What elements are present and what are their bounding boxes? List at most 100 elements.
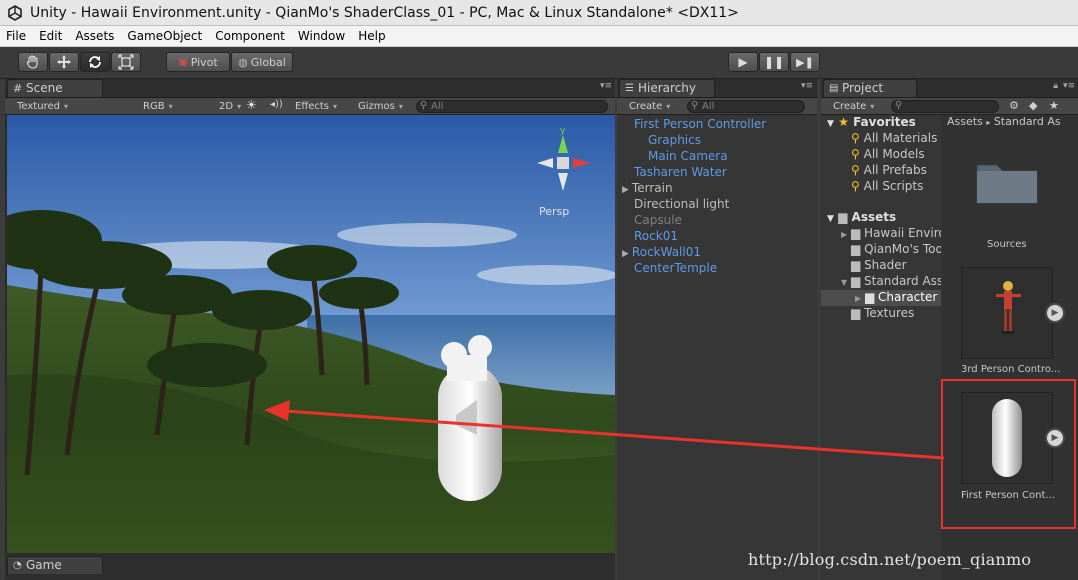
mode-2d-toggle[interactable]: 2D <box>219 100 241 113</box>
folder-icon: ▆ <box>851 242 861 256</box>
favorites-header[interactable]: ▼ ★ Favorites <box>827 115 916 129</box>
hierarchy-panel: ☰ Hierarchy ▾≡ Create All First Person Co… <box>617 79 817 580</box>
hierarchy-item-rockwall01[interactable]: ▶ RockWall01 <box>622 245 701 259</box>
folder-qianmos-tools[interactable]: ▆ QianMo's Too <box>851 242 943 256</box>
folder-character-controllers[interactable]: ▶ ▆ Character <box>821 290 941 306</box>
collapse-arrow-icon: ▼ <box>827 119 834 129</box>
favorite-all-scripts[interactable]: ⚲ All Scripts <box>851 179 923 193</box>
hierarchy-item-capsule[interactable]: Capsule <box>634 213 682 227</box>
play-button[interactable]: ▶ <box>728 52 758 72</box>
hierarchy-item-tasharen-water[interactable]: Tasharen Water <box>634 165 727 179</box>
assets-header[interactable]: ▼ ▆ Assets <box>827 210 896 224</box>
character-preview <box>996 281 1021 334</box>
hierarchy-panel-menu-icon[interactable]: ▾≡ <box>801 81 813 91</box>
pivot-toggle-button[interactable]: ▣ Pivot <box>166 52 230 72</box>
step-icon: ▶❚ <box>796 55 814 69</box>
project-search-input[interactable] <box>891 100 999 113</box>
breadcrumb-assets[interactable]: Assets <box>947 115 983 128</box>
shading-mode-dropdown[interactable]: Textured <box>17 100 129 113</box>
persp-label: Persp <box>539 205 569 218</box>
favorite-label: All Prefabs <box>863 163 927 177</box>
move-tool-button[interactable] <box>49 52 79 72</box>
hierarchy-tab-label: Hierarchy <box>638 81 697 95</box>
project-asset-grid: Assets ▸ Standard As Sources ▶ 3rd Perso… <box>941 115 1078 580</box>
menu-help[interactable]: Help <box>358 29 385 43</box>
lock-icon[interactable]: 🔒︎ <box>1053 81 1058 91</box>
panel-menu-icon[interactable]: ▾≡ <box>600 81 612 91</box>
rotate-tool-button[interactable] <box>80 52 110 72</box>
asset-preview-play-button[interactable]: ▶ <box>1045 303 1065 323</box>
filter-by-type-icon[interactable]: ⚙ <box>1009 99 1019 112</box>
window-title: Unity - Hawaii Environment.unity - QianM… <box>30 5 739 21</box>
hierarchy-item-label: RockWall01 <box>631 245 701 259</box>
watermark-text: http://blog.csdn.net/poem_qianmo <box>748 550 1032 569</box>
expand-arrow-icon: ▶ <box>841 230 848 239</box>
globe-icon: ◍ <box>238 55 248 69</box>
asset-3rd-person-controller[interactable] <box>961 267 1053 359</box>
scale-icon <box>118 54 134 70</box>
folder-label: QianMo's Too <box>864 242 943 256</box>
breadcrumb-standard-assets[interactable]: Standard As <box>994 115 1061 128</box>
scene-lighting-sun-icon[interactable]: ☀ <box>246 98 257 112</box>
folder-standard-assets[interactable]: ▼ ▆ Standard Ass <box>841 274 943 288</box>
hierarchy-control-bar: Create All <box>617 98 817 115</box>
hierarchy-tree: First Person Controller Graphics Main Ca… <box>617 115 817 580</box>
window-title-bar: Unity - Hawaii Environment.unity - QianM… <box>0 0 1078 26</box>
hierarchy-item-main-camera[interactable]: Main Camera <box>648 149 728 163</box>
scene-audio-icon[interactable]: ◂)) <box>270 99 283 110</box>
menu-gameobject[interactable]: GameObject <box>127 29 202 43</box>
asset-label: Sources <box>987 239 1027 250</box>
favorite-all-prefabs[interactable]: ⚲ All Prefabs <box>851 163 927 177</box>
collapse-arrow-icon: ▼ <box>827 214 834 224</box>
folder-textures[interactable]: ▆ Textures <box>851 306 914 320</box>
favorite-all-models[interactable]: ⚲ All Models <box>851 147 925 161</box>
tab-scene[interactable]: # Scene <box>7 79 103 97</box>
scale-tool-button[interactable] <box>111 52 141 72</box>
hierarchy-item-centertemple[interactable]: CenterTemple <box>634 261 717 275</box>
menu-assets[interactable]: Assets <box>75 29 114 43</box>
folder-shader[interactable]: ▆ Shader <box>851 258 907 272</box>
tab-project[interactable]: ▤ Project <box>823 79 917 97</box>
folder-hawaii-environment[interactable]: ▶ ▆ Hawaii Enviro <box>841 226 946 240</box>
folder-icon: ▆ <box>850 226 861 240</box>
expand-arrow-icon[interactable]: ▶ <box>622 185 629 195</box>
global-toggle-button[interactable]: ◍ Global <box>231 52 293 72</box>
tab-hierarchy[interactable]: ☰ Hierarchy <box>619 79 715 97</box>
menu-component[interactable]: Component <box>215 29 285 43</box>
pause-button[interactable]: ❚❚ <box>759 52 789 72</box>
expand-arrow-icon[interactable]: ▶ <box>622 249 629 259</box>
filter-by-label-icon[interactable]: ◆ <box>1029 99 1037 112</box>
folder-icon: ▆ <box>851 306 861 320</box>
tab-game[interactable]: ◔ Game <box>7 556 103 574</box>
favorite-all-materials[interactable]: ⚲ All Materials <box>851 131 937 145</box>
asset-label: 3rd Person Contro... <box>961 364 1061 375</box>
hand-tool-button[interactable] <box>18 52 48 72</box>
project-panel-menu-icon[interactable]: ▾≡ <box>1063 81 1075 91</box>
step-button[interactable]: ▶❚ <box>790 52 820 72</box>
hierarchy-item-first-person-controller[interactable]: First Person Controller <box>634 117 766 131</box>
menu-edit[interactable]: Edit <box>39 29 62 43</box>
project-control-bar: Create ⚙ ◆ ★ <box>821 98 1078 115</box>
asset-first-person-controller[interactable] <box>961 392 1053 484</box>
effects-dropdown[interactable]: Effects <box>295 100 337 113</box>
game-tab-label: Game <box>26 558 62 572</box>
hierarchy-item-rock01[interactable]: Rock01 <box>634 229 678 243</box>
hierarchy-item-directional-light[interactable]: Directional light <box>634 197 729 211</box>
asset-preview-play-button[interactable]: ▶ <box>1045 428 1065 448</box>
menu-window[interactable]: Window <box>298 29 345 43</box>
menu-file[interactable]: File <box>6 29 26 43</box>
project-create-dropdown[interactable]: Create <box>833 100 874 113</box>
hierarchy-create-dropdown[interactable]: Create <box>629 100 670 113</box>
menu-bar: File Edit Assets GameObject Component Wi… <box>0 26 1078 47</box>
hierarchy-search-input[interactable]: All <box>687 100 805 113</box>
gizmos-dropdown[interactable]: Gizmos <box>358 100 403 113</box>
favorite-star-icon[interactable]: ★ <box>1049 99 1059 112</box>
hierarchy-item-graphics[interactable]: Graphics <box>648 133 701 147</box>
scene-viewport[interactable]: y Persp <box>7 115 615 553</box>
play-icon: ▶ <box>738 55 748 69</box>
pivot-icon: ▣ <box>178 56 188 68</box>
scene-search-input[interactable]: All <box>416 100 608 113</box>
render-mode-dropdown[interactable]: RGB <box>143 100 203 113</box>
asset-sources-folder[interactable]: Sources <box>961 141 1053 250</box>
hierarchy-item-terrain[interactable]: ▶ Terrain <box>622 181 673 195</box>
